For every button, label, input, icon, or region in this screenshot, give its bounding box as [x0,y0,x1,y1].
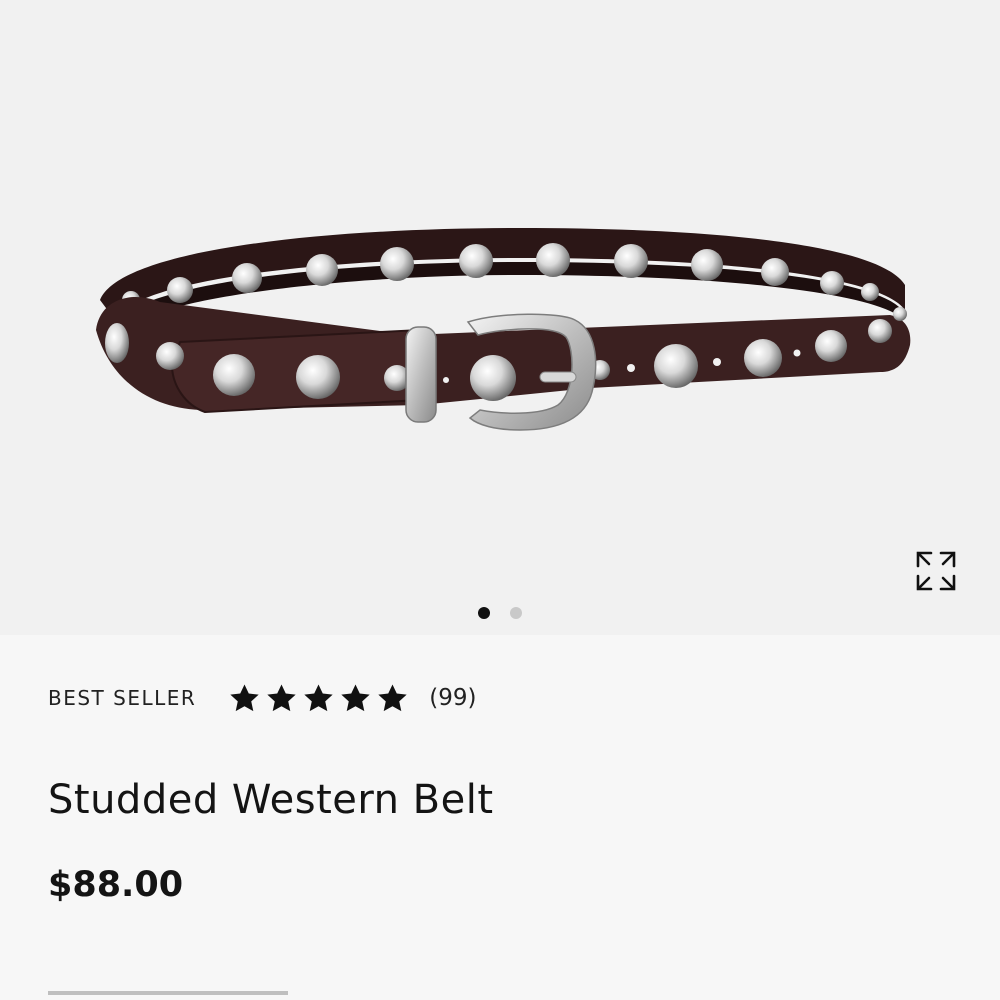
product-price: $88.00 [48,865,184,905]
product-image[interactable] [0,0,1000,635]
best-seller-badge: BEST SELLER [48,686,197,710]
product-meta-row: BEST SELLER (99) [48,680,477,716]
expand-arrows-icon [916,551,956,591]
cutoff-content [48,991,288,1000]
product-info: BEST SELLER (99) Studded Western Belt $8… [0,635,1000,1000]
star-icon [378,683,407,711]
review-count-link[interactable]: (99) [429,685,476,711]
carousel-dot-2[interactable] [510,607,522,619]
star-icon [267,683,296,711]
star-icon [341,683,370,711]
rating-stars[interactable] [228,682,409,715]
product-title: Studded Western Belt [48,777,494,823]
product-image-gallery[interactable] [0,0,1000,635]
star-icon [230,683,259,711]
carousel-dots [0,607,1000,619]
product-page: BEST SELLER (99) Studded Western Belt $8… [0,0,1000,1000]
carousel-dot-1[interactable] [478,607,490,619]
star-icon [304,683,333,711]
expand-image-button[interactable] [908,543,964,599]
